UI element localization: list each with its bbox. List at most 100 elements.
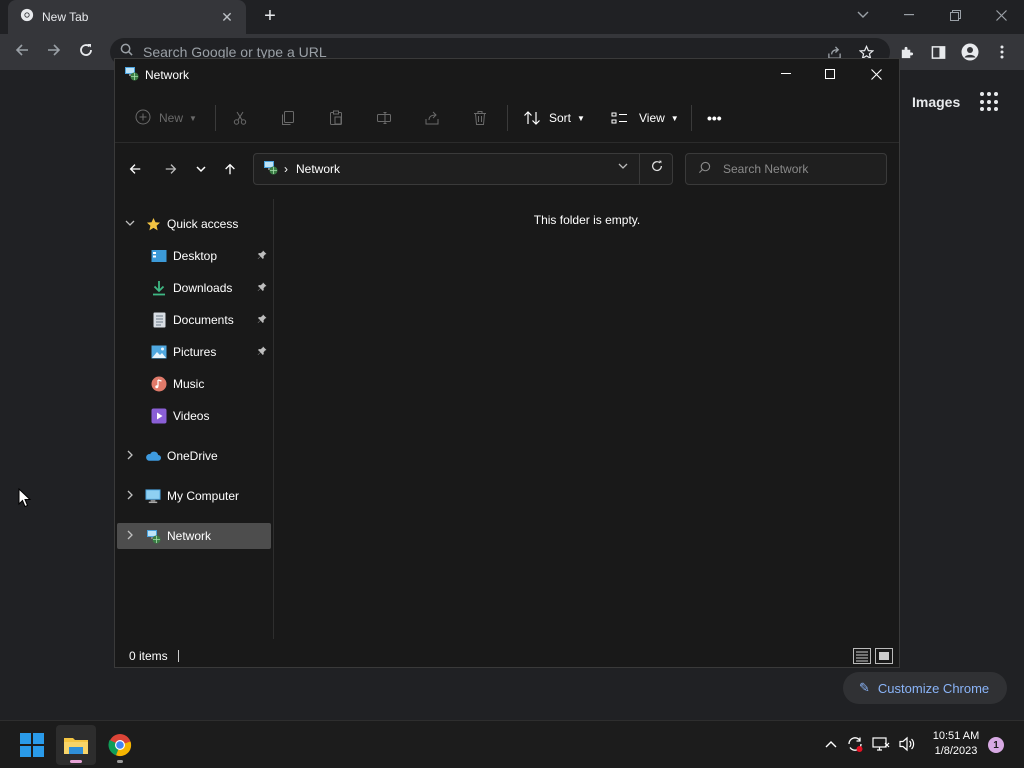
share-button[interactable]	[424, 105, 440, 131]
chrome-logo-icon	[108, 734, 132, 757]
running-app-indicator	[117, 760, 123, 763]
explorer-minimize-icon[interactable]	[763, 59, 809, 89]
copy-button[interactable]	[280, 105, 296, 131]
notification-badge[interactable]: 1	[988, 737, 1004, 753]
search-network-box[interactable]	[685, 153, 887, 185]
network-icon	[123, 65, 139, 86]
pin-icon[interactable]	[257, 250, 267, 263]
nav-item-music[interactable]: Music	[151, 371, 271, 397]
sync-status-icon[interactable]	[844, 733, 866, 755]
paste-icon	[330, 110, 342, 125]
nav-item-quick-access[interactable]: Quick access	[123, 211, 271, 237]
chrome-reload-icon[interactable]	[74, 40, 98, 64]
address-bar[interactable]: › Network	[253, 153, 673, 185]
network-icon	[145, 528, 161, 544]
view-icon	[611, 112, 627, 124]
chrome-tab-new-tab[interactable]: New Tab ✕	[8, 0, 246, 34]
chrome-side-panel-icon[interactable]	[926, 40, 950, 64]
share-icon	[425, 111, 439, 125]
breadcrumb-chevron-icon[interactable]: ›	[284, 162, 288, 176]
expand-chevron-icon[interactable]	[123, 219, 137, 230]
ntp-images-link[interactable]: Images	[912, 94, 960, 110]
expand-chevron-icon[interactable]	[123, 450, 137, 463]
chrome-profile-icon[interactable]	[958, 40, 982, 64]
network-status-icon[interactable]	[870, 733, 892, 755]
up-arrow-icon[interactable]	[218, 155, 242, 183]
cut-button[interactable]	[232, 105, 248, 131]
large-icons-view-icon[interactable]	[875, 648, 893, 664]
nav-item-onedrive[interactable]: OneDrive	[123, 443, 271, 469]
chrome-back-icon[interactable]	[10, 40, 34, 64]
new-plus-icon	[135, 109, 151, 128]
nav-item-videos[interactable]: Videos	[151, 403, 271, 429]
pencil-icon: ✎	[859, 680, 870, 695]
show-hidden-icons-chevron-icon[interactable]	[820, 733, 842, 755]
taskbar-chrome[interactable]	[100, 725, 140, 765]
chrome-close-icon[interactable]	[978, 0, 1024, 30]
address-divider	[639, 154, 640, 184]
nav-item-network[interactable]: Network	[117, 523, 271, 549]
scissors-icon	[233, 111, 247, 125]
explorer-address-row: › Network	[115, 151, 899, 187]
chrome-minimize-icon[interactable]	[886, 0, 932, 30]
windows-logo-icon	[20, 733, 44, 757]
chrome-restore-icon[interactable]	[932, 0, 978, 30]
copy-icon	[282, 111, 294, 125]
ntp-google-apps-icon[interactable]	[980, 92, 1000, 112]
search-network-input[interactable]	[723, 162, 873, 176]
nav-item-downloads[interactable]: Downloads	[151, 275, 271, 301]
star-icon	[145, 216, 161, 232]
desktop-icon	[151, 248, 167, 264]
status-divider	[177, 650, 179, 662]
nav-item-documents[interactable]: Documents	[151, 307, 271, 333]
chrome-tab-close-icon[interactable]: ✕	[218, 9, 236, 26]
new-button[interactable]: New ▼	[135, 105, 197, 131]
recent-locations-chevron-icon[interactable]	[189, 155, 213, 183]
sort-chevron-down-icon: ▼	[577, 113, 585, 123]
pictures-icon	[151, 344, 167, 360]
new-chevron-down-icon: ▼	[189, 113, 197, 123]
nav-pane-splitter[interactable]	[273, 199, 274, 639]
chrome-tab-search-icon[interactable]	[840, 0, 886, 30]
nav-label-quick-access: Quick access	[167, 217, 239, 231]
customize-chrome-button[interactable]: ✎ Customize Chrome	[843, 672, 1007, 704]
navigation-pane: Quick access Desktop Downloads Documents…	[115, 199, 273, 629]
chrome-new-tab-button[interactable]: +	[258, 5, 282, 29]
chrome-forward-icon[interactable]	[42, 40, 66, 64]
sort-button[interactable]: Sort ▼	[523, 105, 585, 131]
refresh-icon[interactable]	[650, 159, 664, 176]
details-view-icon[interactable]	[853, 648, 871, 664]
view-chevron-down-icon: ▼	[670, 113, 679, 123]
file-explorer-window: Network New ▼ Sort ▼ View ▼ ••• › Networ…	[114, 58, 900, 668]
nav-item-desktop[interactable]: Desktop	[151, 243, 271, 269]
nav-label-desktop: Desktop	[173, 249, 218, 263]
active-app-indicator	[70, 760, 82, 763]
explorer-maximize-icon[interactable]	[807, 59, 853, 89]
chrome-menu-icon[interactable]	[990, 40, 1014, 64]
pin-icon[interactable]	[257, 346, 267, 359]
address-history-chevron-icon[interactable]	[618, 161, 628, 173]
nav-item-pictures[interactable]: Pictures	[151, 339, 271, 365]
paste-button[interactable]	[328, 105, 344, 131]
rename-button[interactable]	[376, 105, 392, 131]
taskbar-file-explorer[interactable]	[56, 725, 96, 765]
back-arrow-icon[interactable]	[123, 155, 147, 183]
cmd-divider	[507, 105, 508, 131]
view-button[interactable]: View ▼	[611, 105, 679, 131]
forward-arrow-icon[interactable]	[159, 155, 183, 183]
nav-label-my-computer: My Computer	[167, 489, 240, 503]
volume-icon[interactable]	[896, 733, 918, 755]
expand-chevron-icon[interactable]	[123, 490, 137, 503]
pin-icon[interactable]	[257, 314, 267, 327]
delete-button[interactable]	[472, 105, 488, 131]
explorer-title: Network	[145, 68, 190, 82]
status-item-count: 0 items	[129, 649, 168, 663]
expand-chevron-icon[interactable]	[123, 530, 137, 543]
explorer-close-icon[interactable]	[853, 59, 899, 89]
breadcrumb-network[interactable]: Network	[296, 162, 340, 176]
pin-icon[interactable]	[257, 282, 267, 295]
taskbar-clock[interactable]: 10:51 AM 1/8/2023	[922, 729, 990, 759]
more-options-icon[interactable]: •••	[707, 105, 722, 131]
start-button[interactable]	[12, 725, 52, 765]
nav-item-my-computer[interactable]: My Computer	[123, 483, 271, 509]
